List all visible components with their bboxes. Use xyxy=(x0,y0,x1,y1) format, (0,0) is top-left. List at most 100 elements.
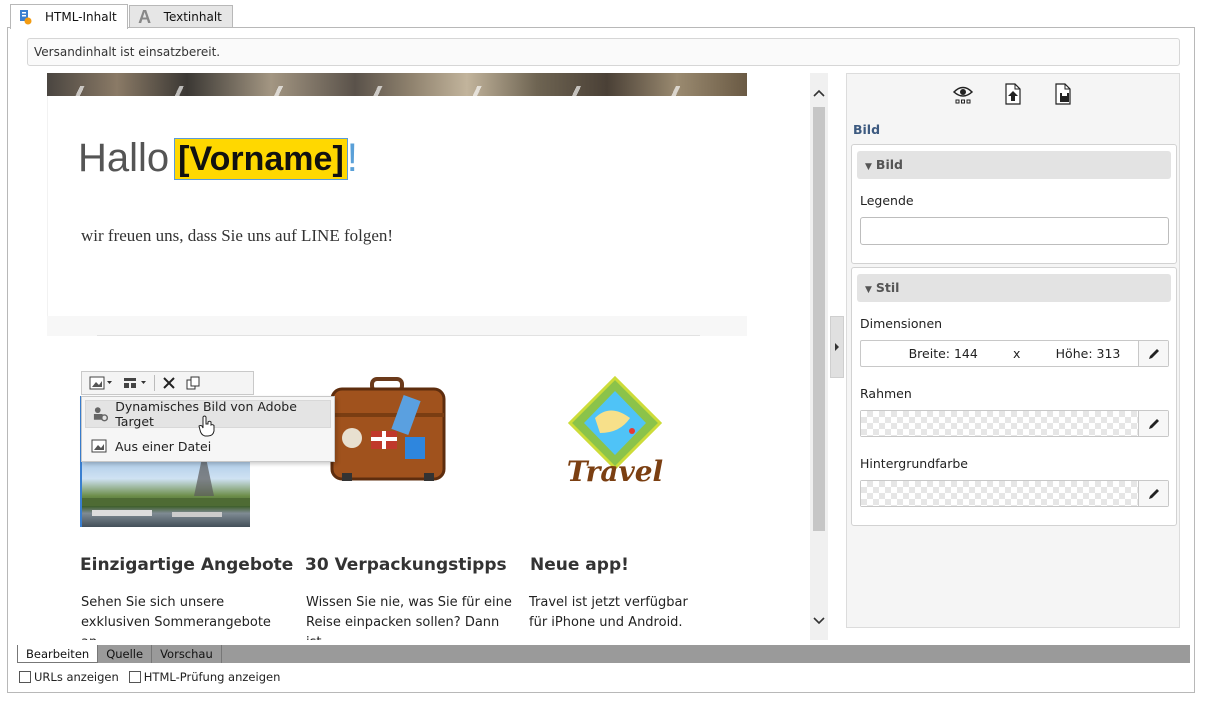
legend-label: Legende xyxy=(860,193,914,208)
chevron-right-icon xyxy=(835,343,839,351)
tab-text-content[interactable]: A Textinhalt xyxy=(128,5,233,28)
group-header-stil[interactable]: ▼ Stil xyxy=(857,274,1171,302)
tab-source[interactable]: Quelle xyxy=(98,645,153,663)
suitcase-image[interactable] xyxy=(327,373,452,508)
height-value: Höhe: 313 xyxy=(1055,346,1121,361)
group-stil: ▼ Stil Dimensionen Breite: 144 x Höhe: 31… xyxy=(851,267,1177,526)
personalization-field[interactable]: [Vorname] xyxy=(174,137,348,180)
show-urls-checkbox[interactable]: URLs anzeigen xyxy=(19,670,119,684)
pencil-icon xyxy=(1148,488,1159,499)
hand-cursor-icon xyxy=(198,415,215,437)
save-document-icon xyxy=(1055,83,1071,105)
collapse-triangle-icon: ▼ xyxy=(865,285,872,295)
pencil-icon xyxy=(1148,348,1159,359)
properties-panel: Bild ▼ Bild Legende ▼ Stil Dimensionen Bre… xyxy=(846,73,1180,628)
group-bild: ▼ Bild Legende xyxy=(851,144,1177,264)
width-value: Breite: 144 xyxy=(908,346,978,361)
preview-button[interactable] xyxy=(952,82,974,106)
dimensions-values: Breite: 144 x Höhe: 313 xyxy=(861,341,1138,366)
edit-border-button[interactable] xyxy=(1138,411,1168,436)
section-divider xyxy=(97,335,700,336)
column-title-app[interactable]: Neue app! xyxy=(530,555,629,575)
checkbox-box[interactable] xyxy=(19,671,31,683)
group-title: Bild xyxy=(875,157,903,172)
intro-text[interactable]: wir freuen uns, dass Sie uns auf LINE fo… xyxy=(81,226,393,246)
scroll-down-icon[interactable] xyxy=(813,615,825,629)
tab-preview[interactable]: Vorschau xyxy=(152,645,222,663)
suitcase-icon xyxy=(330,377,446,481)
text-content-icon: A xyxy=(138,6,152,27)
greeting-text: Hallo xyxy=(78,136,170,180)
group-title: Stil xyxy=(875,280,900,295)
view-options: URLs anzeigen HTML-Prüfung anzeigen xyxy=(19,670,280,684)
duplicate-button[interactable] xyxy=(183,373,203,393)
html-content-icon xyxy=(17,8,35,26)
tab-label: HTML-Inhalt xyxy=(45,10,117,24)
scroll-thumb[interactable] xyxy=(813,107,825,531)
save-button[interactable] xyxy=(1052,82,1074,106)
column-text-offers[interactable]: Sehen Sie sich unsere exklusiven Sommera… xyxy=(81,593,291,640)
email-editor[interactable]: Hallo [Vorname] ! wir freuen uns, dass S… xyxy=(27,73,810,640)
vertical-scrollbar[interactable] xyxy=(810,73,828,640)
column-title-packing[interactable]: 30 Verpackungstipps xyxy=(305,555,507,575)
legend-input[interactable] xyxy=(860,217,1169,245)
tab-edit[interactable]: Bearbeiten xyxy=(17,645,99,663)
panel-toolbar xyxy=(847,82,1179,110)
show-html-check-checkbox[interactable]: HTML-Prüfung anzeigen xyxy=(128,670,281,684)
eiffel-tower-icon xyxy=(82,458,250,517)
header-banner-image[interactable] xyxy=(47,73,747,96)
image-source-menu: Dynamisches Bild von Adobe Target Aus ei… xyxy=(81,396,335,462)
border-color-swatch xyxy=(861,411,1138,436)
status-message: Versandinhalt ist einsatzbereit. xyxy=(27,38,1180,66)
image-file-icon xyxy=(91,439,107,453)
image-toolbar xyxy=(81,371,254,395)
panel-collapse-handle[interactable] xyxy=(830,316,844,378)
image-dropdown-icon xyxy=(89,376,112,390)
tab-html-content[interactable]: HTML-Inhalt xyxy=(10,4,128,29)
scroll-up-icon[interactable] xyxy=(813,87,825,101)
checkbox-box[interactable] xyxy=(128,671,141,683)
collapse-triangle-icon: ▼ xyxy=(865,162,872,172)
eye-icon xyxy=(952,86,974,104)
paris-image[interactable] xyxy=(82,458,250,527)
content-tabs: HTML-Inhalt A Textinhalt xyxy=(10,4,233,29)
background-color-label: Hintergrundfarbe xyxy=(860,456,968,471)
view-mode-tabs: Bearbeiten Quelle Vorschau xyxy=(17,645,1190,663)
upload-document-icon xyxy=(1005,83,1021,105)
section-spacer xyxy=(47,316,747,336)
copy-icon xyxy=(186,376,200,390)
greeting-punct: ! xyxy=(346,136,358,180)
column-title-offers[interactable]: Einzigartige Angebote xyxy=(80,555,293,575)
upload-button[interactable] xyxy=(1002,82,1024,106)
pencil-icon xyxy=(1148,418,1159,429)
greeting-headline[interactable]: Hallo [Vorname] ! xyxy=(78,136,358,181)
panel-heading: Bild xyxy=(853,122,881,137)
target-image-icon xyxy=(93,407,109,422)
column-text-app[interactable]: Travel ist jetzt verfügbar für iPhone un… xyxy=(529,593,699,633)
dimensions-times: x xyxy=(1013,346,1021,361)
travel-logo-text: Travel xyxy=(566,455,664,488)
dimensions-label: Dimensionen xyxy=(860,316,943,331)
column-text-packing[interactable]: Wissen Sie nie, was Sie für eine Reise e… xyxy=(306,593,516,640)
tab-label: Textinhalt xyxy=(163,10,222,24)
insert-image-button[interactable] xyxy=(86,373,116,393)
edit-background-button[interactable] xyxy=(1138,481,1168,506)
checkbox-label: URLs anzeigen xyxy=(34,670,119,684)
background-color-field[interactable] xyxy=(860,480,1169,507)
menu-item-label: Dynamisches Bild von Adobe Target xyxy=(115,399,297,429)
background-color-swatch xyxy=(861,481,1138,506)
menu-item-label: Aus einer Datei xyxy=(115,438,212,454)
border-label: Rahmen xyxy=(860,386,912,401)
edit-dimensions-button[interactable] xyxy=(1138,341,1168,366)
dimensions-field[interactable]: Breite: 144 x Höhe: 313 xyxy=(860,340,1169,367)
checkbox-label: HTML-Prüfung anzeigen xyxy=(143,670,281,684)
layout-dropdown-icon xyxy=(124,378,146,388)
travel-logo[interactable]: Travel xyxy=(560,373,670,503)
layout-button[interactable] xyxy=(120,373,150,393)
delete-button[interactable] xyxy=(159,373,179,393)
greeting-block: Hallo [Vorname] ! wir freuen uns, dass S… xyxy=(47,96,747,336)
toolbar-separator xyxy=(154,375,155,391)
border-field[interactable] xyxy=(860,410,1169,437)
group-header-bild[interactable]: ▼ Bild xyxy=(857,151,1171,179)
close-icon xyxy=(163,377,175,389)
